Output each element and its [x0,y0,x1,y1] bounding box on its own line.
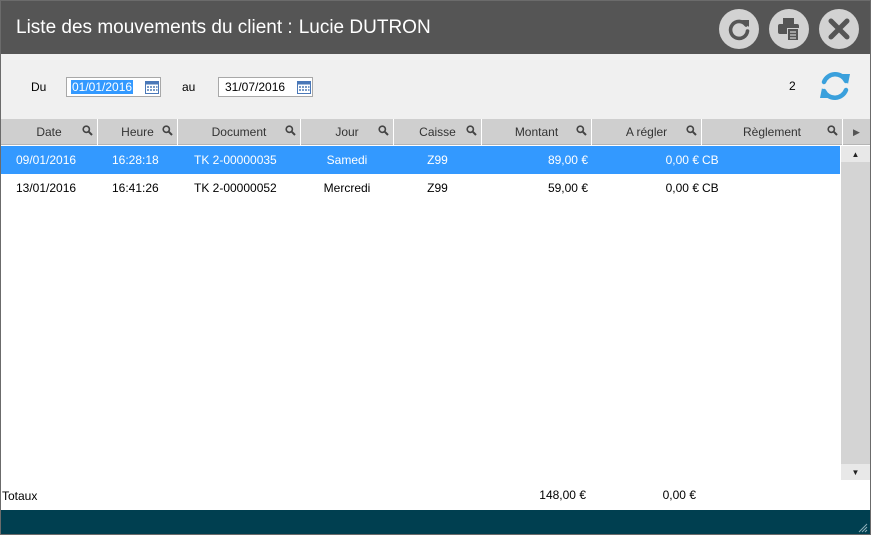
vertical-scrollbar[interactable]: ▲ ▼ [841,146,870,480]
search-icon[interactable] [82,125,93,136]
window-title: Liste des mouvements du client : Lucie DU… [16,17,431,39]
total-montant: 148,00 € [539,488,586,502]
close-button[interactable] [819,9,859,49]
refresh-icon[interactable] [816,67,854,105]
cell-heure: 16:41:26 [112,181,159,195]
close-icon [828,18,850,40]
print-icon [778,18,799,41]
chevron-right-icon: ▶ [853,126,860,137]
totals-row: Totaux 148,00 € 0,00 € [1,481,870,509]
cell-jour: Mercredi [323,181,371,195]
client-name: Lucie DUTRON [298,17,431,38]
cell-jour: Samedi [326,153,368,167]
from-date-value: 01/01/2016 [71,80,134,94]
search-icon[interactable] [466,125,477,136]
calendar-icon[interactable] [145,80,159,94]
cell-caisse: Z99 [427,181,448,195]
window-title-label: Liste des mouvements du client : [16,17,293,38]
search-icon[interactable] [162,125,173,136]
table-row[interactable]: 13/01/2016 16:41:26 TK 2-00000052 Mercre… [1,174,840,202]
total-a-regler: 0,00 € [662,488,696,502]
totals-label: Totaux [2,489,38,503]
reload-button[interactable] [719,9,759,49]
column-header-jour[interactable]: Jour [301,119,394,145]
from-date-field[interactable]: 01/01/2016 [66,77,161,97]
cell-a-regler: 0,00 € [665,153,699,167]
search-icon[interactable] [576,125,587,136]
to-label: au [182,80,196,94]
refresh-icon [728,19,750,41]
column-label: Montant [514,125,559,139]
column-header-document[interactable]: Document [178,119,301,145]
column-header-heure[interactable]: Heure [98,119,178,145]
calendar-icon[interactable] [297,80,311,94]
cell-caisse: Z99 [427,153,448,167]
cell-document: TK 2-00000035 [194,153,277,167]
cell-montant: 89,00 € [547,153,588,167]
to-date-value: 31/07/2016 [225,80,286,94]
search-icon[interactable] [285,125,296,136]
column-label: Caisse [419,125,456,139]
client-movements-window: Liste des mouvements du client : Lucie DU… [0,0,871,535]
column-header-date[interactable]: Date [1,119,98,145]
from-label: Du [31,80,47,94]
table-row[interactable]: 09/01/2016 16:28:18 TK 2-00000035 Samedi… [1,146,840,174]
arrow-up-icon: ▲ [851,149,860,159]
to-date-field[interactable]: 31/07/2016 [218,77,313,97]
cell-montant: 59,00 € [547,181,588,195]
column-label: Heure [121,125,154,139]
column-label: A régler [625,125,668,139]
footer-bar [1,510,870,534]
column-label: Document [211,125,267,139]
column-header-reglement[interactable]: Règlement [702,119,843,145]
cell-document: TK 2-00000052 [194,181,277,195]
cell-reglement: CB [702,181,719,195]
search-icon[interactable] [378,125,389,136]
cell-heure: 16:28:18 [112,153,159,167]
column-label: Jour [335,125,359,139]
column-header-a-regler[interactable]: A régler [592,119,702,145]
cell-date: 09/01/2016 [16,153,77,167]
title-bar: Liste des mouvements du client : Lucie DU… [1,1,870,54]
movements-table: 09/01/2016 16:28:18 TK 2-00000035 Samedi… [1,146,840,480]
search-icon[interactable] [686,125,697,136]
scroll-columns-right-button[interactable]: ▶ [843,119,870,145]
column-header-montant[interactable]: Montant [482,119,592,145]
arrow-down-icon: ▼ [851,467,860,477]
cell-reglement: CB [702,153,719,167]
cell-a-regler: 0,00 € [665,181,699,195]
record-count: 2 [789,79,796,93]
resize-grip-icon[interactable] [856,521,868,533]
grid-header: Date Heure Document Jour Caisse Montant … [1,119,870,145]
search-icon[interactable] [827,125,838,136]
print-button[interactable] [769,9,809,49]
column-label: Date [36,125,62,139]
scroll-down-button[interactable]: ▼ [841,464,870,480]
scroll-up-button[interactable]: ▲ [841,146,870,162]
cell-date: 13/01/2016 [16,181,77,195]
filter-bar: Du 01/01/2016 au 31/07/2016 2 [1,54,870,119]
column-header-caisse[interactable]: Caisse [394,119,482,145]
column-label: Règlement [742,125,802,139]
